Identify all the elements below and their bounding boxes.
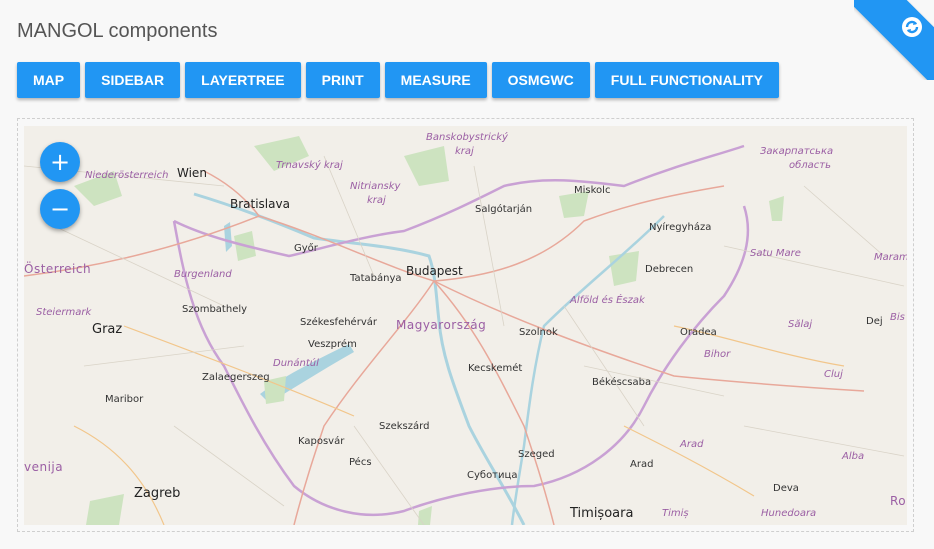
map-label-bekescsaba: Békéscsaba <box>592 377 652 388</box>
map-label-niederosterreich: Niederösterreich <box>85 170 169 181</box>
map-label-steiermark: Steiermark <box>36 307 92 318</box>
map-label-osterreich: Österreich <box>24 262 92 276</box>
map-view[interactable]: Niederösterreich Wien Bratislava Trnavsk… <box>24 126 907 525</box>
map-label-dunantul: Dunántúl <box>273 358 319 369</box>
map-label-salaj: Sălaj <box>788 319 813 330</box>
map-label-wien: Wien <box>177 166 207 180</box>
full-functionality-button[interactable]: FULL FUNCTIONALITY <box>594 62 779 98</box>
map-label-timis: Timiș <box>662 508 689 519</box>
map-label-zalaegerszeg: Zalaegerszeg <box>202 372 270 383</box>
map-label-nitriansky1: Nitriansky <box>350 181 401 192</box>
map-label-pecs: Pécs <box>349 457 372 468</box>
map-label-maram: Maram <box>874 252 907 263</box>
map-label-burgenland: Burgenland <box>174 269 232 280</box>
map-label-magyarorszag: Magyarország <box>396 318 487 332</box>
map-label-dej: Dej <box>866 316 883 327</box>
map-button[interactable]: MAP <box>17 62 81 98</box>
map-label-deva: Deva <box>773 483 799 494</box>
map-label-szekesfehervar: Székesfehérvár <box>300 317 377 328</box>
map-label-bratislava: Bratislava <box>230 197 290 211</box>
component-nav: MAP SIDEBAR LAYERTREE PRINT MEASURE OSMG… <box>17 62 784 98</box>
page-title: MANGOL components <box>17 20 218 42</box>
map-label-oradea: Oradea <box>680 327 717 338</box>
map-label-banskobystricky1: Banskobystrický <box>426 132 508 143</box>
map-label-alba: Alba <box>842 451 865 462</box>
map-label-zakarpatska2: область <box>789 160 832 171</box>
map-label-hunedoara: Hunedoara <box>761 508 817 519</box>
sidebar-button[interactable]: SIDEBAR <box>85 62 181 98</box>
map-label-budapest: Budapest <box>406 264 463 278</box>
map-label-szombathely: Szombathely <box>182 304 248 315</box>
print-button[interactable]: PRINT <box>305 62 380 98</box>
map-label-kaposvar: Kaposvár <box>298 436 345 447</box>
layertree-button[interactable]: LAYERTREE <box>185 62 301 98</box>
zoom-in-button[interactable]: + <box>40 142 80 182</box>
map-label-kecskemet: Kecskemét <box>468 363 523 374</box>
map-label-debrecen: Debrecen <box>645 264 694 275</box>
map-label-arad-region: Arad <box>680 439 704 450</box>
map-label-salgotarjan: Salgótarján <box>475 204 533 215</box>
map-label-maribor: Maribor <box>105 394 144 405</box>
map-label-graz: Graz <box>92 322 123 337</box>
map-label-trnavsky: Trnavský kraj <box>276 160 343 171</box>
map-label-bihor: Bihor <box>704 349 731 360</box>
map-label-cluj: Cluj <box>824 369 843 380</box>
map-label-banskobystricky2: kraj <box>455 146 474 157</box>
map-label-szolnok: Szolnok <box>519 327 558 338</box>
map-label-arad: Arad <box>630 459 654 470</box>
map-label-nyiregyhaza: Nyíregyháza <box>649 222 712 233</box>
map-label-zakarpatska1: Закарпатська <box>760 146 834 157</box>
map-label-zagreb: Zagreb <box>134 486 181 501</box>
map-label-szeged: Szeged <box>518 449 555 460</box>
map-label-ro: Ro <box>890 494 907 508</box>
corner-ribbon[interactable] <box>854 0 934 80</box>
map-label-miskolc: Miskolc <box>574 185 611 196</box>
refresh-icon <box>902 17 922 37</box>
map-label-bis: Bis <box>890 312 905 323</box>
map-label-tatabanya: Tatabánya <box>350 273 402 284</box>
map-label-gyor: Győr <box>294 243 318 254</box>
map-label-szekszard: Szekszárd <box>379 421 430 432</box>
map-label-timisoara: Timișoara <box>570 506 634 521</box>
map-label-subotica: Суботица <box>467 470 518 481</box>
map-label-venija: venija <box>24 460 64 474</box>
measure-button[interactable]: MEASURE <box>384 62 487 98</box>
map-label-veszprem: Veszprém <box>308 339 357 350</box>
zoom-out-button[interactable]: − <box>40 189 80 229</box>
map-label-alfold: Alföld és Észak <box>570 295 645 306</box>
osmgwc-button[interactable]: OSMGWC <box>491 62 590 98</box>
map-label-nitriansky2: kraj <box>367 195 386 206</box>
map-label-satu-mare: Satu Mare <box>750 248 801 259</box>
